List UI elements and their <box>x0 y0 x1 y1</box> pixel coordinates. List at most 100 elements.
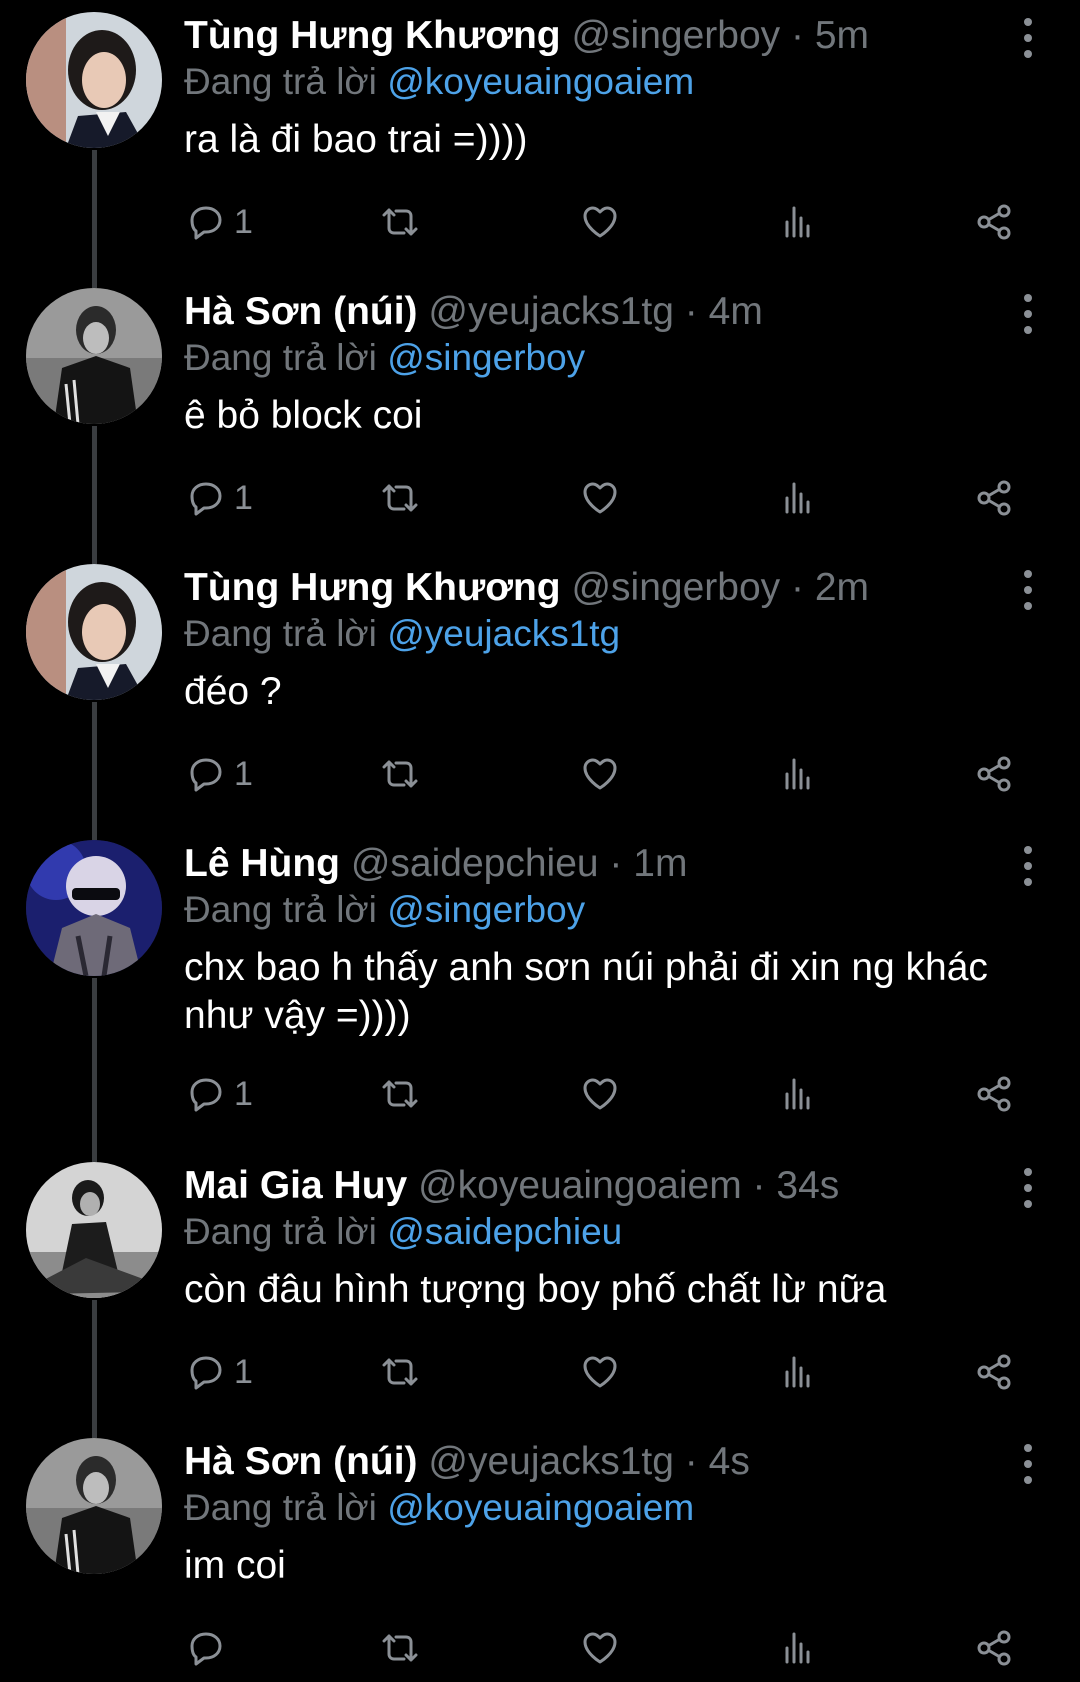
tweet-header: Tùng Hưng Khương @singerboy · 2m <box>184 564 990 612</box>
views-icon <box>785 1632 810 1664</box>
more-options-icon[interactable] <box>1016 294 1040 334</box>
more-options-icon[interactable] <box>1016 570 1040 610</box>
share-icon <box>977 1076 1011 1112</box>
avatar[interactable] <box>26 288 162 424</box>
like-button[interactable] <box>580 1346 620 1398</box>
like-button[interactable] <box>580 472 620 524</box>
avatar[interactable] <box>26 1438 162 1574</box>
mention-link[interactable]: @saidepchieu <box>387 1211 622 1252</box>
share-button[interactable] <box>974 196 1014 248</box>
reply-button[interactable] <box>186 1622 234 1674</box>
mention-link[interactable]: @singerboy <box>387 889 585 930</box>
more-options-icon[interactable] <box>1016 846 1040 886</box>
retweet-button[interactable] <box>380 472 420 524</box>
tweet-text: đéo ? <box>184 668 1020 716</box>
timestamp[interactable]: 4s <box>709 1440 750 1483</box>
reply-button[interactable]: 1 <box>186 472 253 524</box>
mention-link[interactable]: @yeujacks1tg <box>387 613 620 654</box>
views-button[interactable] <box>778 1346 818 1398</box>
reply-button[interactable]: 1 <box>186 1068 253 1120</box>
tweet-text-line: như vậy =)))) <box>184 994 411 1037</box>
separator: · <box>684 1440 698 1483</box>
reply-thread: Tùng Hưng Khương @singerboy · 5m Đang tr… <box>0 0 1080 1682</box>
share-button[interactable] <box>974 1068 1014 1120</box>
tweet-text-line: ê bỏ block coi <box>184 394 423 437</box>
tweet[interactable]: Tùng Hưng Khương @singerboy · 2m Đang tr… <box>0 552 1080 828</box>
reply-button[interactable]: 1 <box>186 196 253 248</box>
views-button[interactable] <box>778 472 818 524</box>
like-button[interactable] <box>580 1622 620 1674</box>
retweet-button[interactable] <box>380 1622 420 1674</box>
mention-link[interactable]: @koyeuaingoaiem <box>387 61 694 102</box>
separator: · <box>609 842 623 885</box>
user-handle[interactable]: @saidepchieu <box>351 842 599 885</box>
retweet-button[interactable] <box>380 196 420 248</box>
avatar[interactable] <box>26 564 162 700</box>
display-name[interactable]: Tùng Hưng Khương <box>184 566 561 609</box>
user-handle[interactable]: @yeujacks1tg <box>428 290 674 333</box>
share-button[interactable] <box>974 1346 1014 1398</box>
more-options-icon[interactable] <box>1016 1444 1040 1484</box>
like-button[interactable] <box>580 196 620 248</box>
user-handle[interactable]: @yeujacks1tg <box>428 1440 674 1483</box>
timestamp[interactable]: 5m <box>815 14 869 57</box>
tweet[interactable]: Lê Hùng @saidepchieu · 1m Đang trả lời @… <box>0 828 1080 1150</box>
replying-to: Đang trả lời @saidepchieu <box>184 1208 622 1256</box>
views-button[interactable] <box>778 196 818 248</box>
display-name[interactable]: Hà Sơn (núi) <box>184 290 418 333</box>
avatar[interactable] <box>26 12 162 148</box>
display-name[interactable]: Tùng Hưng Khương <box>184 14 561 57</box>
display-name[interactable]: Lê Hùng <box>184 842 340 885</box>
reply-button[interactable]: 1 <box>186 748 253 800</box>
share-button[interactable] <box>974 472 1014 524</box>
more-options-icon[interactable] <box>1016 1168 1040 1208</box>
tweet[interactable]: Hà Sơn (núi) @yeujacks1tg · 4s Đang trả … <box>0 1426 1080 1682</box>
avatar-photo-icon <box>26 1162 162 1298</box>
tweet[interactable]: Hà Sơn (núi) @yeujacks1tg · 4m Đang trả … <box>0 276 1080 552</box>
mention-link[interactable]: @singerboy <box>387 337 585 378</box>
share-button[interactable] <box>974 748 1014 800</box>
reply-icon <box>190 1356 222 1390</box>
replying-to: Đang trả lời @koyeuaingoaiem <box>184 1484 694 1532</box>
retweet-button[interactable] <box>380 1068 420 1120</box>
reply-button[interactable]: 1 <box>186 1346 253 1398</box>
share-icon <box>977 1630 1011 1666</box>
timestamp[interactable]: 4m <box>709 290 763 333</box>
mention-link[interactable]: @koyeuaingoaiem <box>387 1487 694 1528</box>
tweet-text-line: đéo ? <box>184 670 282 713</box>
retweet-icon <box>382 1358 418 1386</box>
user-handle[interactable]: @koyeuaingoaiem <box>418 1164 742 1207</box>
retweet-icon <box>382 1634 418 1662</box>
timestamp[interactable]: 1m <box>633 842 687 885</box>
retweet-icon <box>382 1080 418 1108</box>
separator: · <box>791 14 805 57</box>
avatar[interactable] <box>26 840 162 976</box>
like-button[interactable] <box>580 1068 620 1120</box>
user-handle[interactable]: @singerboy <box>571 14 780 57</box>
heart-icon <box>583 1632 617 1664</box>
tweet-text: im coi <box>184 1542 1020 1590</box>
timestamp[interactable]: 2m <box>815 566 869 609</box>
share-button[interactable] <box>974 1622 1014 1674</box>
display-name[interactable]: Hà Sơn (núi) <box>184 1440 418 1483</box>
avatar-photo-icon <box>26 1438 162 1574</box>
like-button[interactable] <box>580 748 620 800</box>
thread-line <box>92 1300 97 1426</box>
reply-icon <box>190 1078 222 1112</box>
tweet[interactable]: Mai Gia Huy @koyeuaingoaiem · 34s Đang t… <box>0 1150 1080 1426</box>
retweet-button[interactable] <box>380 748 420 800</box>
avatar[interactable] <box>26 1162 162 1298</box>
views-button[interactable] <box>778 1068 818 1120</box>
more-options-icon[interactable] <box>1016 18 1040 58</box>
user-handle[interactable]: @singerboy <box>571 566 780 609</box>
tweet[interactable]: Tùng Hưng Khương @singerboy · 5m Đang tr… <box>0 0 1080 276</box>
reply-icon <box>190 206 222 240</box>
replying-label: Đang trả lời <box>184 1211 377 1252</box>
display-name[interactable]: Mai Gia Huy <box>184 1164 407 1207</box>
timestamp[interactable]: 34s <box>776 1164 839 1207</box>
tweet-text-line: chx bao h thấy anh sơn núi phải đi xin n… <box>184 946 988 989</box>
tweet-actions <box>184 1622 1024 1674</box>
retweet-button[interactable] <box>380 1346 420 1398</box>
views-button[interactable] <box>778 1622 818 1674</box>
views-button[interactable] <box>778 748 818 800</box>
